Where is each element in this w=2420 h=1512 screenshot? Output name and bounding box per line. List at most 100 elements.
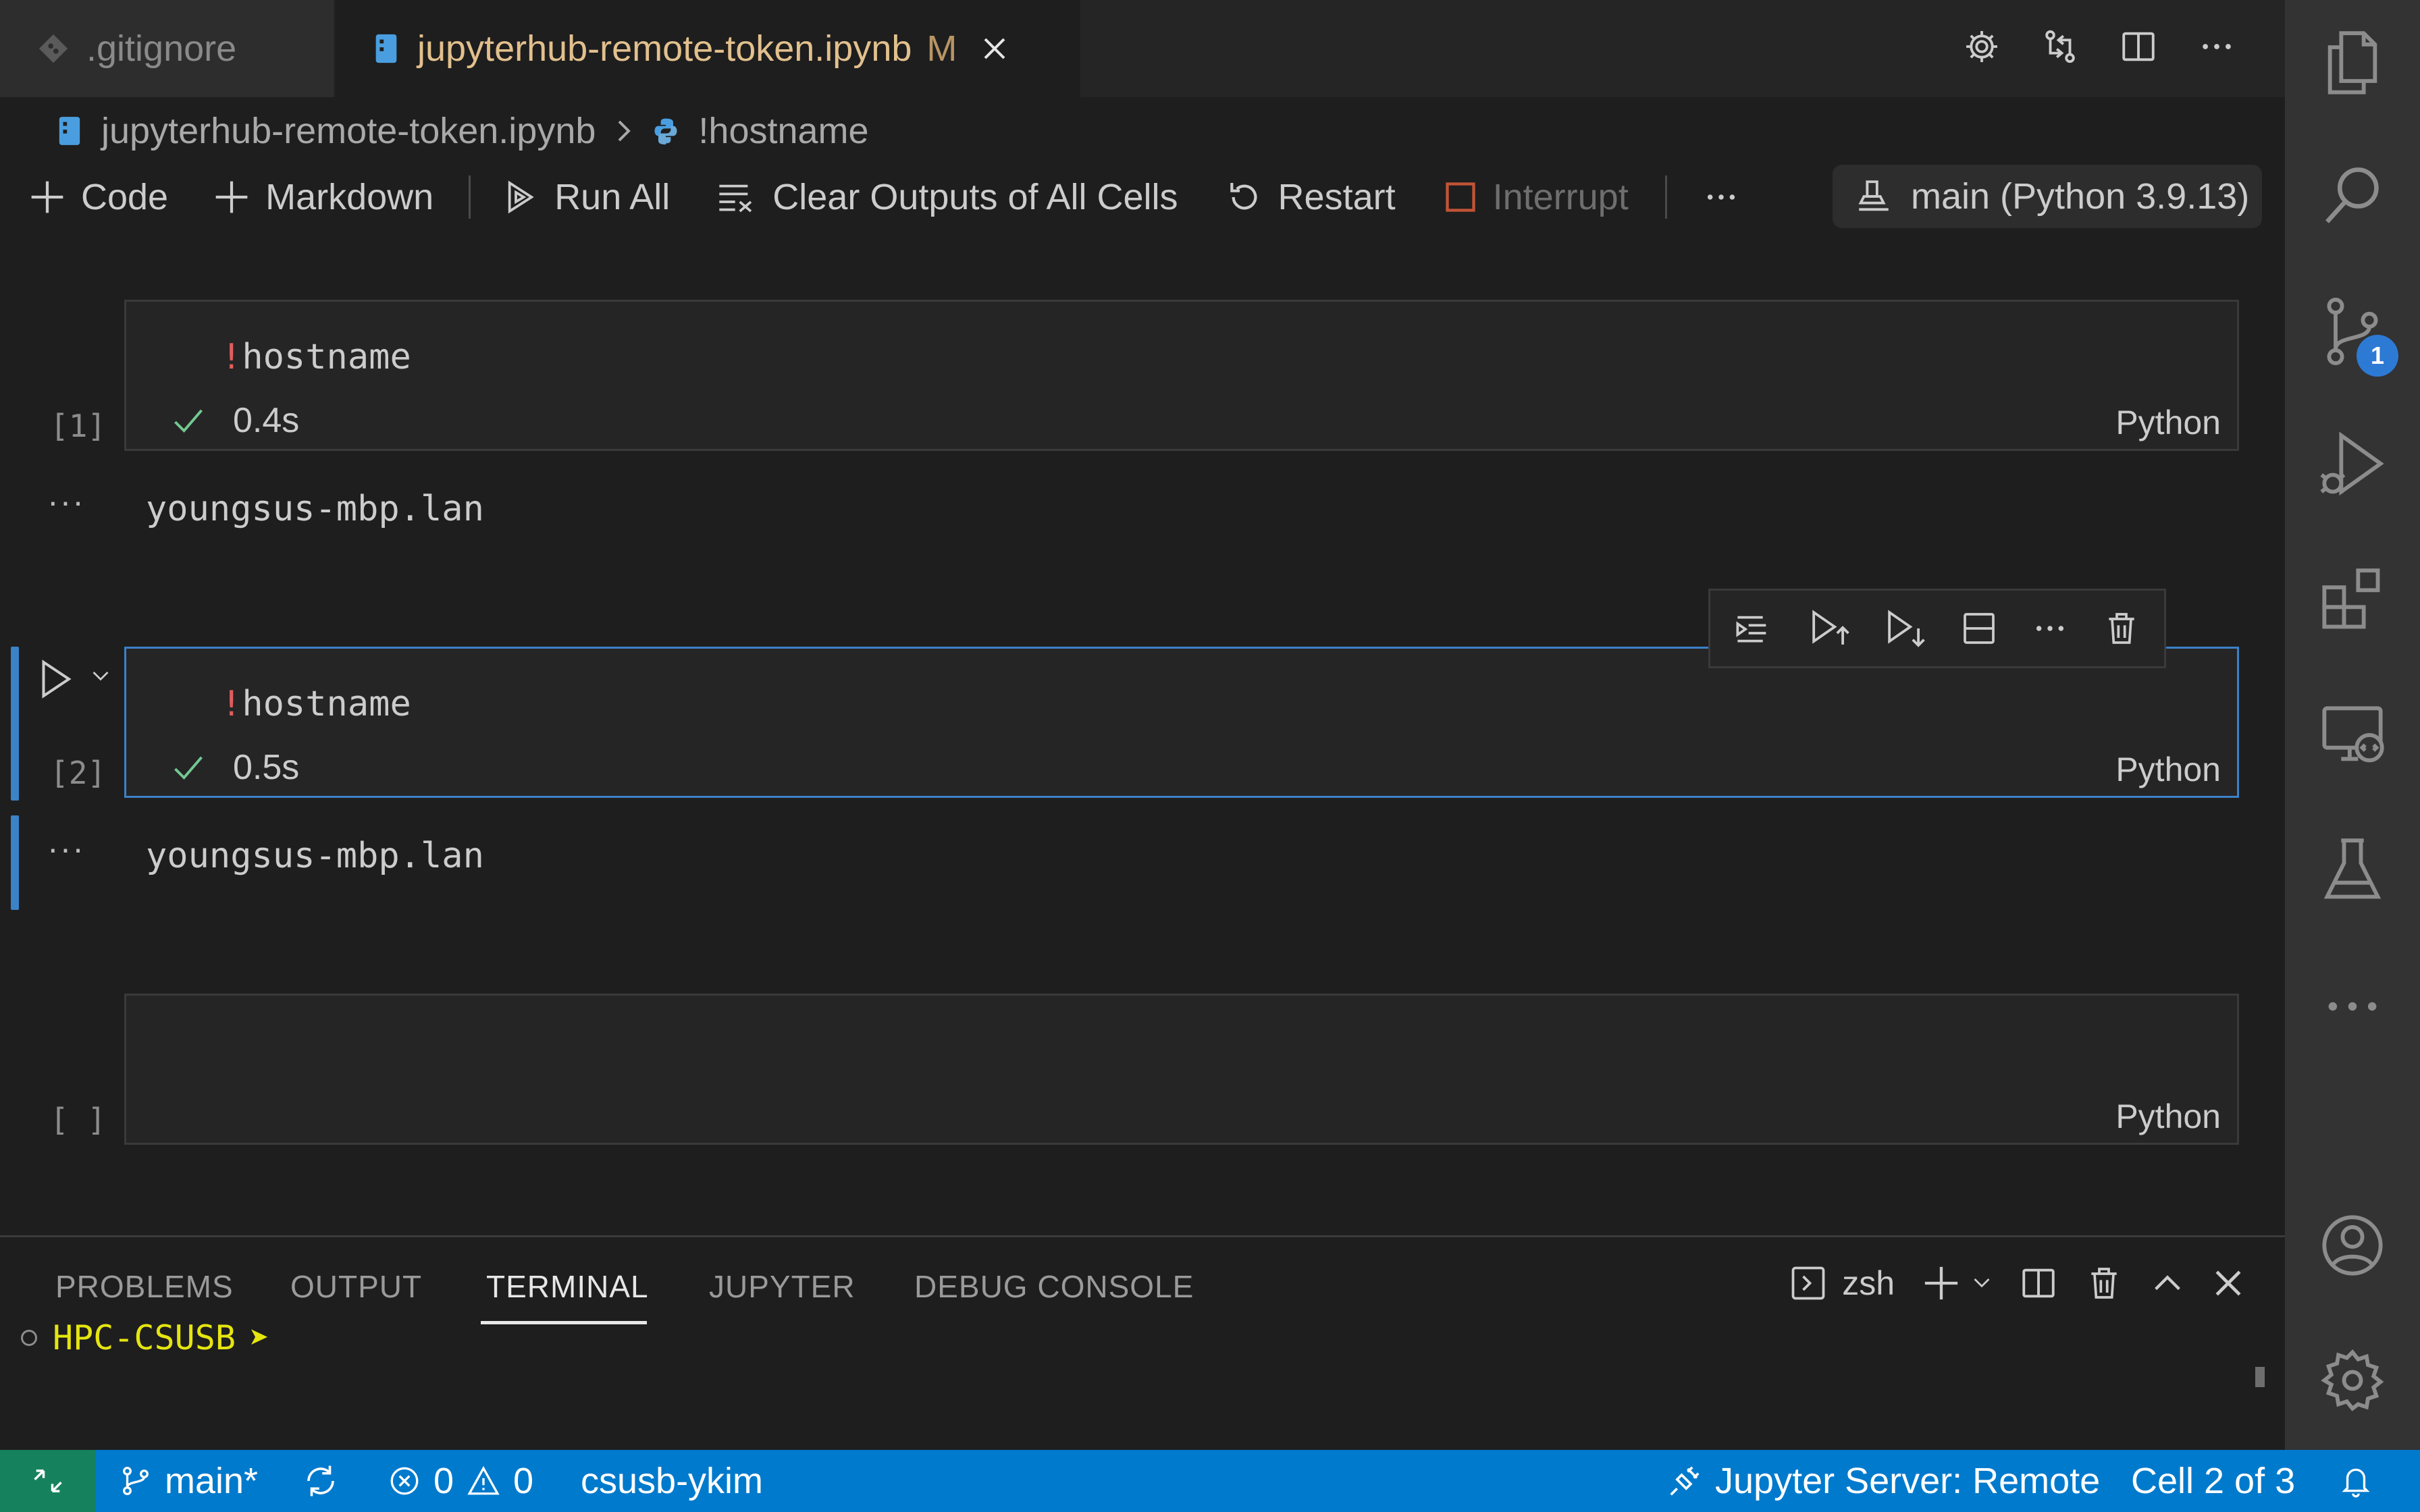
split-terminal-icon[interactable] xyxy=(2019,1264,2058,1303)
plus-icon xyxy=(213,178,251,216)
gear-icon[interactable] xyxy=(1962,27,2001,66)
breadcrumb-file[interactable]: jupyterhub-remote-token.ipynb xyxy=(101,110,596,152)
notifications-bell-icon[interactable] xyxy=(2339,1450,2373,1512)
remote-indicator[interactable] xyxy=(0,1450,96,1512)
split-cell-icon[interactable] xyxy=(1960,610,1998,647)
code-text: hostname xyxy=(242,684,411,724)
interrupt-kernel-button[interactable]: Interrupt xyxy=(1443,176,1629,218)
explorer-icon[interactable] xyxy=(2319,27,2386,101)
new-terminal-button[interactable] xyxy=(1922,1264,1992,1303)
accounts-icon[interactable] xyxy=(2319,1208,2386,1282)
run-cell-icon[interactable] xyxy=(38,659,73,699)
remote-explorer-icon[interactable] xyxy=(2319,699,2386,774)
chevron-down-icon[interactable] xyxy=(90,668,111,684)
restart-kernel-button[interactable]: Restart xyxy=(1226,176,1396,218)
execution-duration: 0.5s xyxy=(233,748,300,787)
prompt-status-icon xyxy=(19,1328,39,1348)
code-cell[interactable]: Python xyxy=(124,994,2239,1145)
prompt-host: HPC-CSUSB xyxy=(53,1318,236,1357)
more-actions-icon[interactable] xyxy=(2197,27,2236,66)
button-label: Restart xyxy=(1278,177,1396,217)
more-views-icon[interactable] xyxy=(2319,969,2386,1044)
kernel-picker[interactable]: main (Python 3.9.13) xyxy=(1833,165,2262,228)
button-label: Code xyxy=(81,177,169,217)
terminal-prompt[interactable]: HPC-CSUSB ➤ xyxy=(19,1318,269,1357)
close-panel-icon[interactable] xyxy=(2212,1267,2244,1299)
shell-name: zsh xyxy=(1842,1264,1895,1302)
code-cell[interactable]: !hostname 0.4s Python xyxy=(124,300,2239,451)
compare-changes-icon[interactable] xyxy=(2041,27,2080,66)
warning-count: 0 xyxy=(513,1461,534,1501)
button-label: Markdown xyxy=(265,177,434,217)
button-label: Clear Outputs of All Cells xyxy=(772,177,1178,217)
execution-duration: 0.4s xyxy=(233,401,300,440)
check-icon xyxy=(171,403,206,438)
tab-problems[interactable]: PROBLEMS xyxy=(55,1268,234,1305)
kill-terminal-icon[interactable] xyxy=(2085,1264,2123,1302)
activity-bar: 1 xyxy=(2285,0,2420,1450)
search-icon[interactable] xyxy=(2319,159,2386,234)
problems-indicator[interactable]: 0 0 xyxy=(388,1450,533,1512)
tab-jupyter[interactable]: JUPYTER xyxy=(709,1268,856,1305)
code-text: hostname xyxy=(242,337,411,377)
modified-indicator: M xyxy=(926,28,957,69)
jupyter-server-indicator[interactable]: Jupyter Server: Remote xyxy=(1666,1450,2100,1512)
plus-icon xyxy=(1922,1264,1961,1303)
breadcrumb-symbol[interactable]: !hostname xyxy=(698,110,868,152)
run-all-icon xyxy=(502,178,540,216)
output-more-icon[interactable]: ··· xyxy=(47,829,85,868)
more-actions-icon[interactable] xyxy=(1702,178,1740,216)
delete-cell-icon[interactable] xyxy=(2103,610,2140,647)
tab-notebook[interactable]: jupyterhub-remote-token.ipynb M xyxy=(335,0,1080,97)
code-cell-focused[interactable]: !hostname 0.5s Python xyxy=(124,647,2239,798)
status-bar: main* 0 0 csusb-ykim Jupyter Server: Rem… xyxy=(0,1450,2420,1512)
tab-gitignore[interactable]: .gitignore xyxy=(0,0,334,97)
clear-outputs-button[interactable]: Clear Outputs of All Cells xyxy=(716,176,1178,218)
toolbar-separator xyxy=(1664,176,1667,219)
manage-gear-icon[interactable] xyxy=(2319,1343,2386,1418)
tab-debug-console[interactable]: DEBUG CONSOLE xyxy=(914,1268,1194,1305)
bottom-panel: PROBLEMS OUTPUT TERMINAL JUPYTER DEBUG C… xyxy=(0,1235,2285,1452)
source-control-badge: 1 xyxy=(2357,335,2398,377)
branch-indicator[interactable]: main* xyxy=(119,1450,258,1512)
chevron-right-icon xyxy=(613,117,633,144)
user-indicator[interactable]: csusb-ykim xyxy=(581,1450,763,1512)
remote-icon xyxy=(30,1463,65,1498)
tab-output[interactable]: OUTPUT xyxy=(290,1268,422,1305)
cell-code[interactable]: !hostname xyxy=(221,684,411,724)
chevron-down-icon xyxy=(1972,1275,1992,1291)
tab-terminal[interactable]: TERMINAL xyxy=(486,1268,649,1305)
terminal-scrollbar[interactable] xyxy=(2255,1367,2265,1387)
output-more-icon[interactable]: ··· xyxy=(47,482,85,521)
run-debug-icon[interactable] xyxy=(2319,429,2386,504)
run-below-icon[interactable] xyxy=(1885,608,1926,649)
cell-language[interactable]: Python xyxy=(2115,750,2221,789)
terminal-shell-selector[interactable]: zsh xyxy=(1788,1263,1895,1303)
split-editor-icon[interactable] xyxy=(2119,27,2158,66)
cell-focus-indicator xyxy=(11,647,19,801)
extensions-icon[interactable] xyxy=(2319,564,2386,639)
plus-icon xyxy=(28,178,66,216)
add-markdown-cell-button[interactable]: Markdown xyxy=(213,176,433,218)
cell-output: youngsus-mbp.lan xyxy=(146,489,484,529)
execute-above-icon[interactable] xyxy=(1734,610,1776,647)
tab-label: jupyterhub-remote-token.ipynb xyxy=(417,28,912,69)
cell-language[interactable]: Python xyxy=(2115,403,2221,442)
notebook-file-icon xyxy=(57,115,82,146)
add-code-cell-button[interactable]: Code xyxy=(28,176,168,218)
cell-code[interactable]: !hostname xyxy=(221,337,411,377)
cell-position[interactable]: Cell 2 of 3 xyxy=(2131,1450,2295,1512)
shell-bang: ! xyxy=(221,684,242,724)
run-all-button[interactable]: Run All xyxy=(502,176,670,218)
more-cell-actions-icon[interactable] xyxy=(2031,610,2069,647)
breadcrumb: jupyterhub-remote-token.ipynb !hostname xyxy=(0,97,2285,165)
cell-language[interactable]: Python xyxy=(2115,1097,2221,1136)
sync-button[interactable] xyxy=(302,1450,339,1512)
run-above-icon[interactable] xyxy=(1809,608,1851,649)
execution-count: [2] xyxy=(50,755,107,791)
close-tab-icon[interactable] xyxy=(981,35,1008,62)
kernel-icon xyxy=(1854,177,1893,216)
testing-icon[interactable] xyxy=(2319,834,2386,909)
maximize-panel-icon[interactable] xyxy=(2150,1266,2185,1301)
execution-count: [ ] xyxy=(50,1102,107,1138)
